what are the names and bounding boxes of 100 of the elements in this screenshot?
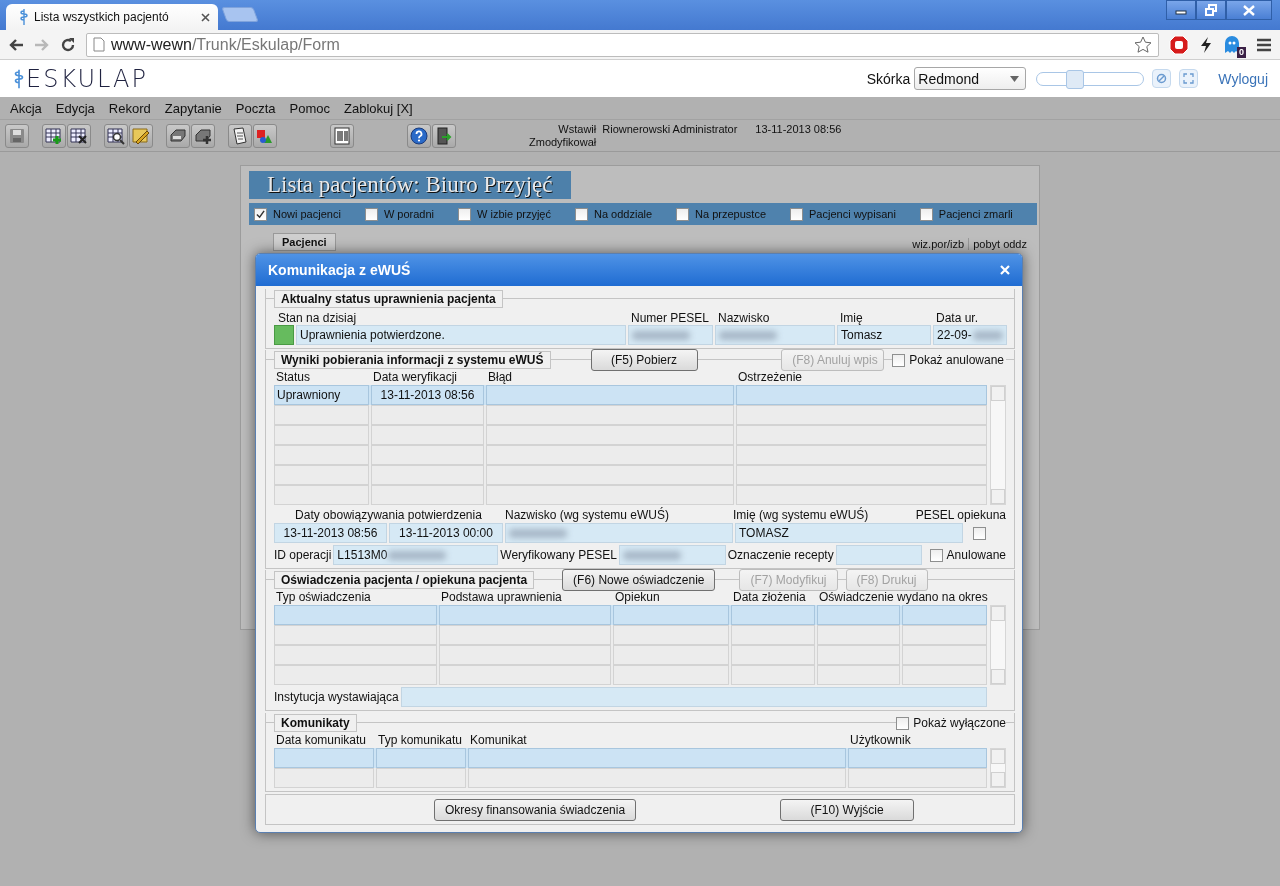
browser-tab[interactable]: Lista wszystkich pacjentó xyxy=(6,4,218,30)
column-header: Błąd xyxy=(487,370,514,385)
checkbox[interactable] xyxy=(896,716,910,730)
field-label: Numer PESEL xyxy=(630,311,711,325)
table-cell: 13-11-2013 08:56 xyxy=(371,385,484,405)
column-header: Ostrzeżenie xyxy=(737,370,804,385)
checkbox-label: Nowi pacjenci xyxy=(273,208,341,220)
column-header: Typ komunikatu xyxy=(377,733,464,748)
column-header: Typ oświadczenia xyxy=(275,590,372,605)
skin-select[interactable]: Redmond xyxy=(914,67,1027,90)
logout-link[interactable]: Wyloguj xyxy=(1218,70,1268,87)
field-label: Imię xyxy=(839,311,864,325)
checkbox[interactable] xyxy=(973,526,986,540)
text-field[interactable] xyxy=(618,545,726,565)
checkbox[interactable] xyxy=(919,207,933,221)
timestamp: 13-11-2013 08:56 xyxy=(755,122,842,136)
checkbox[interactable] xyxy=(929,548,943,562)
menu-item[interactable]: Zapytanie xyxy=(164,100,222,116)
menu-item[interactable]: Edycja xyxy=(55,100,95,116)
back-icon[interactable] xyxy=(8,37,24,52)
table-row[interactable]: Uprawniony 13-11-2013 08:56 xyxy=(274,385,987,405)
restore-button[interactable] xyxy=(1196,0,1226,20)
text-field[interactable] xyxy=(505,523,733,543)
checkbox[interactable] xyxy=(575,207,588,221)
button[interactable]: (F5) Pobierz xyxy=(590,349,698,371)
menu-item[interactable]: Pomoc xyxy=(289,100,331,116)
close-icon xyxy=(1243,4,1255,16)
button[interactable]: (F10) Wyjście xyxy=(780,798,915,821)
zoom-slider[interactable] xyxy=(1036,71,1145,86)
checkbox[interactable] xyxy=(892,353,906,367)
minimize-button[interactable] xyxy=(1166,0,1196,20)
toolbar-button[interactable] xyxy=(407,123,431,148)
field-label: Instytucja wystawiająca xyxy=(274,690,399,704)
forward-icon[interactable] xyxy=(34,37,50,52)
reset-button[interactable] xyxy=(1152,69,1172,88)
field-label: Data ur. xyxy=(935,311,980,325)
logo: ESKULAP xyxy=(26,64,148,93)
checkbox-label: W poradni xyxy=(383,208,434,220)
column-header: pobyt oddz xyxy=(968,238,1027,250)
toolbar-button[interactable] xyxy=(432,123,456,148)
printer-plus-icon xyxy=(194,127,212,144)
shapes-icon xyxy=(256,127,274,144)
checkbox[interactable] xyxy=(676,207,690,221)
slider-thumb[interactable] xyxy=(1066,69,1085,89)
panel-tab[interactable]: Pacjenci xyxy=(273,233,336,251)
menu-item[interactable]: Poczta xyxy=(235,100,276,116)
menu-icon[interactable] xyxy=(1256,37,1272,52)
skin-label: Skórka xyxy=(866,70,911,87)
grid-plus-icon xyxy=(45,126,63,145)
toolbar-button[interactable] xyxy=(104,123,128,148)
menu-item[interactable]: Rekord xyxy=(108,100,151,116)
text-field[interactable] xyxy=(400,687,987,707)
toolbar-button[interactable] xyxy=(228,123,252,148)
text-field[interactable]: Tomasz xyxy=(837,325,931,345)
tab-title: Lista wszystkich pacjentó xyxy=(34,10,170,24)
text-field[interactable]: Uprawnienia potwierdzone. xyxy=(296,325,626,345)
toolbar-button[interactable] xyxy=(191,123,215,148)
scrollbar[interactable] xyxy=(990,748,1006,788)
address-field[interactable]: www-wewn/Trunk/Eskulap/Form xyxy=(86,32,1159,57)
checkbox-label: Pokaż anulowane xyxy=(909,353,1004,367)
checkbox[interactable] xyxy=(458,207,471,221)
new-tab-button[interactable] xyxy=(221,7,259,22)
text-field[interactable]: L1513M0 xyxy=(333,545,499,565)
field-label: Nazwisko (wg systemu eWUŚ) xyxy=(504,508,671,523)
text-field[interactable] xyxy=(715,325,835,345)
text-field[interactable]: 22-09- xyxy=(933,325,1007,345)
stop-sign-icon[interactable] xyxy=(1169,34,1189,55)
checkbox[interactable] xyxy=(254,207,267,221)
toolbar-button[interactable] xyxy=(67,123,91,148)
text-field[interactable] xyxy=(835,545,922,565)
field-label: Oznaczenie recepty xyxy=(727,548,834,562)
field-label: Daty obowiązywania potwierdzenia xyxy=(294,508,483,523)
checkbox[interactable] xyxy=(364,207,378,221)
ghost-icon[interactable] xyxy=(1223,34,1241,55)
column-header: Oświadczenie wydano na okres xyxy=(818,590,987,605)
button[interactable]: (F6) Nowe oświadczenie xyxy=(562,569,716,591)
reload-icon[interactable] xyxy=(60,36,76,53)
group-title: Komunikaty xyxy=(274,714,357,732)
menu-item[interactable]: Akcja xyxy=(10,100,42,116)
star-icon[interactable] xyxy=(1134,35,1152,54)
field-label: Stan na dzisiaj xyxy=(277,311,358,325)
grid-magnifier-icon xyxy=(107,126,125,145)
scrollbar[interactable] xyxy=(990,385,1006,505)
field-label: Imię (wg systemu eWUŚ) xyxy=(733,508,870,523)
menu-item[interactable]: Zablokuj [X] xyxy=(344,100,413,116)
field-label: Weryfikowany PESEL xyxy=(500,548,617,562)
scrollbar[interactable] xyxy=(990,605,1006,685)
button[interactable]: Okresy finansowania świadczenia xyxy=(434,798,637,821)
text-field[interactable] xyxy=(628,325,713,345)
close-button[interactable] xyxy=(1226,0,1272,20)
checkbox[interactable] xyxy=(790,207,803,221)
close-icon[interactable] xyxy=(201,12,210,22)
page-title: Lista pacjentów: Biuro Przyjęć xyxy=(249,171,571,199)
text-field[interactable]: 13-11-2013 08:56 xyxy=(274,523,387,543)
fullscreen-button[interactable] xyxy=(1179,69,1199,88)
text-field[interactable]: TOMASZ xyxy=(735,523,963,543)
text-field[interactable]: 13-11-2013 00:00 xyxy=(389,523,503,543)
column-header: Podstawa uprawnienia xyxy=(440,590,563,605)
group-title: Aktualny status uprawnienia pacjenta xyxy=(274,290,503,308)
field-label: Zmodyfikował xyxy=(529,135,597,149)
